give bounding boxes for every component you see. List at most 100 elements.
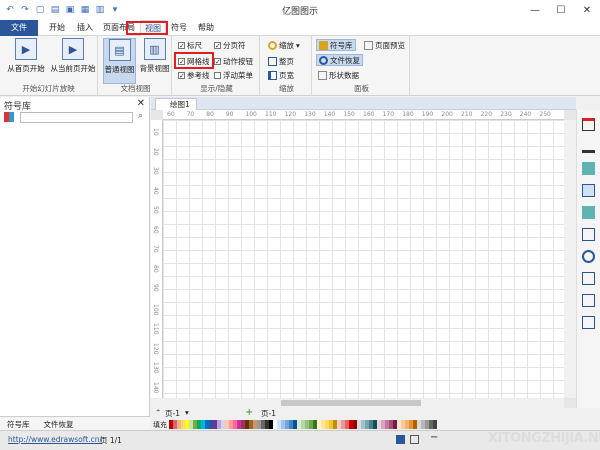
action-button-checkbox[interactable]: ✓ 动作按钮 [214, 56, 253, 67]
export-icon[interactable]: ▥ [94, 4, 106, 16]
layer-icon[interactable] [582, 206, 595, 219]
showhide-group: ✓ 标尺 ✓ 分页符 ✓ 网格线 ✓ 动作按钮 ✓ 参考线 浮动菜单 显示/隐藏 [174, 36, 260, 96]
ruler-tick-label: 60 [167, 111, 175, 118]
tab-symbol-library[interactable]: 符号库 [0, 417, 37, 430]
background-view-button[interactable]: ▥ 背景视图 [138, 38, 171, 74]
horizontal-scrollbar[interactable] [151, 398, 564, 408]
shape-data-icon [318, 70, 327, 80]
tab-symbol[interactable]: 符号 [168, 20, 190, 36]
from-current-label: 从当前页开始 [50, 64, 96, 73]
watermark-text: XITONGZHIJIA.NET [488, 431, 600, 446]
tab-home[interactable]: 开始 [44, 20, 70, 36]
new-icon[interactable]: ▢ [34, 4, 46, 16]
add-page-icon[interactable]: + [245, 407, 253, 418]
ruler-checkbox[interactable]: ✓ 标尺 [178, 40, 202, 51]
from-start-button[interactable]: ▶ 从首页开始 [4, 38, 48, 74]
normal-view-button[interactable]: ▤ 普通视图 [103, 38, 136, 84]
website-link[interactable]: http://www.edrawsoft.cn/ [8, 435, 102, 444]
shadow-icon[interactable] [582, 162, 595, 175]
fullscreen-icon[interactable] [410, 435, 419, 444]
ruler-tick-label: 20 [152, 147, 159, 156]
maximize-icon[interactable]: ☐ [548, 0, 574, 20]
canvas-area: 60 70 80 90 100 110 120 130 140 150 160 170 180 190 20… [151, 110, 576, 408]
float-menu-label: 浮动菜单 [223, 71, 253, 80]
minimize-icon[interactable]: — [522, 0, 548, 20]
drawing-canvas[interactable] [163, 120, 564, 398]
comment-icon[interactable] [582, 294, 595, 307]
redo-icon[interactable]: ↷ [19, 4, 31, 16]
left-panel-tabs: 符号库 文件恢复 [0, 416, 150, 430]
document-tab-bar: 绘图1 [151, 97, 576, 110]
page-icon[interactable] [582, 228, 595, 241]
from-current-button[interactable]: ▶ 从当前页开始 [50, 38, 96, 74]
close-icon[interactable]: ✕ [137, 98, 145, 109]
ruler-tick-label: 50 [152, 206, 159, 214]
file-recovery-icon [319, 55, 328, 65]
customize-icon[interactable]: ▾ [109, 4, 121, 16]
float-menu-checkbox[interactable]: 浮动菜单 [214, 70, 253, 81]
ruler-tick-label: 140 [152, 381, 159, 393]
horizontal-scroll-thumb[interactable] [281, 400, 421, 406]
symbol-lib-button[interactable]: 符号库 [316, 39, 356, 51]
ruler-tick-label: 190 [421, 111, 434, 118]
image-icon[interactable] [582, 184, 595, 197]
tab-help[interactable]: 帮助 [194, 20, 218, 36]
data-icon[interactable] [582, 272, 595, 285]
horizontal-ruler: 60 70 80 90 100 110 120 130 140 150 160 170 180 190 20… [163, 110, 564, 120]
normal-view-label: 普通视图 [104, 65, 135, 74]
fill-icon[interactable] [582, 118, 595, 131]
close-icon[interactable]: ✕ [574, 0, 600, 20]
shape-data-button[interactable]: 形状数据 [316, 69, 361, 81]
background-view-icon: ▥ [143, 38, 166, 60]
slideshow-start-icon: ▶ [15, 38, 37, 60]
library-grid-icon[interactable] [4, 112, 14, 122]
whole-page-label: 整页 [279, 56, 294, 66]
page-width-label: 页宽 [279, 70, 294, 80]
page-preview-button[interactable]: 页面预览 [362, 39, 407, 51]
whole-page-button[interactable]: 整页 [266, 55, 296, 67]
open-icon[interactable]: ▤ [49, 4, 61, 16]
zoom-button[interactable]: 缩放 ▾ [266, 39, 302, 51]
slideshow-group-label: 开始幻灯片放映 [22, 84, 75, 93]
symbol-lib-icon [319, 40, 328, 50]
normal-view-status-icon[interactable] [396, 435, 405, 444]
file-recovery-label: 文件恢复 [330, 55, 360, 65]
tab-insert[interactable]: 插入 [72, 20, 98, 36]
file-recovery-button[interactable]: 文件恢复 [316, 54, 363, 66]
document-tab[interactable]: 绘图1 [155, 98, 197, 110]
color-swatch[interactable] [433, 420, 437, 429]
save-icon[interactable]: ▣ [64, 4, 76, 16]
tab-file[interactable]: 文件 [0, 20, 38, 36]
ruler-tick-label: 10 [152, 128, 159, 136]
page-width-button[interactable]: 页宽 [266, 69, 296, 81]
page-preview-label: 页面预览 [375, 40, 405, 50]
page-bar: ⌃ 页-1 ▾ + 页-1 [151, 407, 600, 419]
ruler-tick-label: 210 [461, 111, 473, 118]
navigate-icon[interactable] [582, 250, 595, 263]
print-icon[interactable]: ▦ [79, 4, 91, 16]
page-width-icon [268, 70, 277, 80]
page-preview-icon [364, 40, 373, 50]
zoom-out-icon[interactable]: − [430, 432, 438, 443]
ruler-tick-label: 200 [441, 111, 453, 118]
line-icon[interactable] [582, 140, 595, 153]
pagebreak-checkbox[interactable]: ✓ 分页符 [214, 40, 246, 51]
chat-icon[interactable] [582, 316, 595, 329]
from-start-label: 从首页开始 [7, 64, 45, 73]
page-select[interactable]: 页-1 [165, 408, 180, 419]
search-icon[interactable]: ⌕ [138, 111, 143, 121]
page-tab[interactable]: 页-1 [261, 408, 276, 419]
magnifier-icon [268, 40, 277, 50]
panel-group-label: 面板 [354, 84, 369, 93]
ruler-check-icon: ✓ [178, 42, 185, 50]
ruler-tick-label: 70 [186, 111, 195, 118]
search-input[interactable] [20, 112, 133, 123]
guideline-checkbox[interactable]: ✓ 参考线 [178, 70, 210, 81]
vertical-scrollbar[interactable] [564, 120, 576, 398]
undo-icon[interactable]: ↶ [4, 4, 16, 16]
ruler-tick-label: 140 [323, 111, 336, 118]
page-select-dropdown-icon[interactable]: ▾ [185, 408, 189, 417]
ruler-tick-label: 150 [343, 111, 355, 118]
page-up-icon[interactable]: ⌃ [155, 408, 161, 417]
tab-file-recovery[interactable]: 文件恢复 [37, 417, 81, 430]
